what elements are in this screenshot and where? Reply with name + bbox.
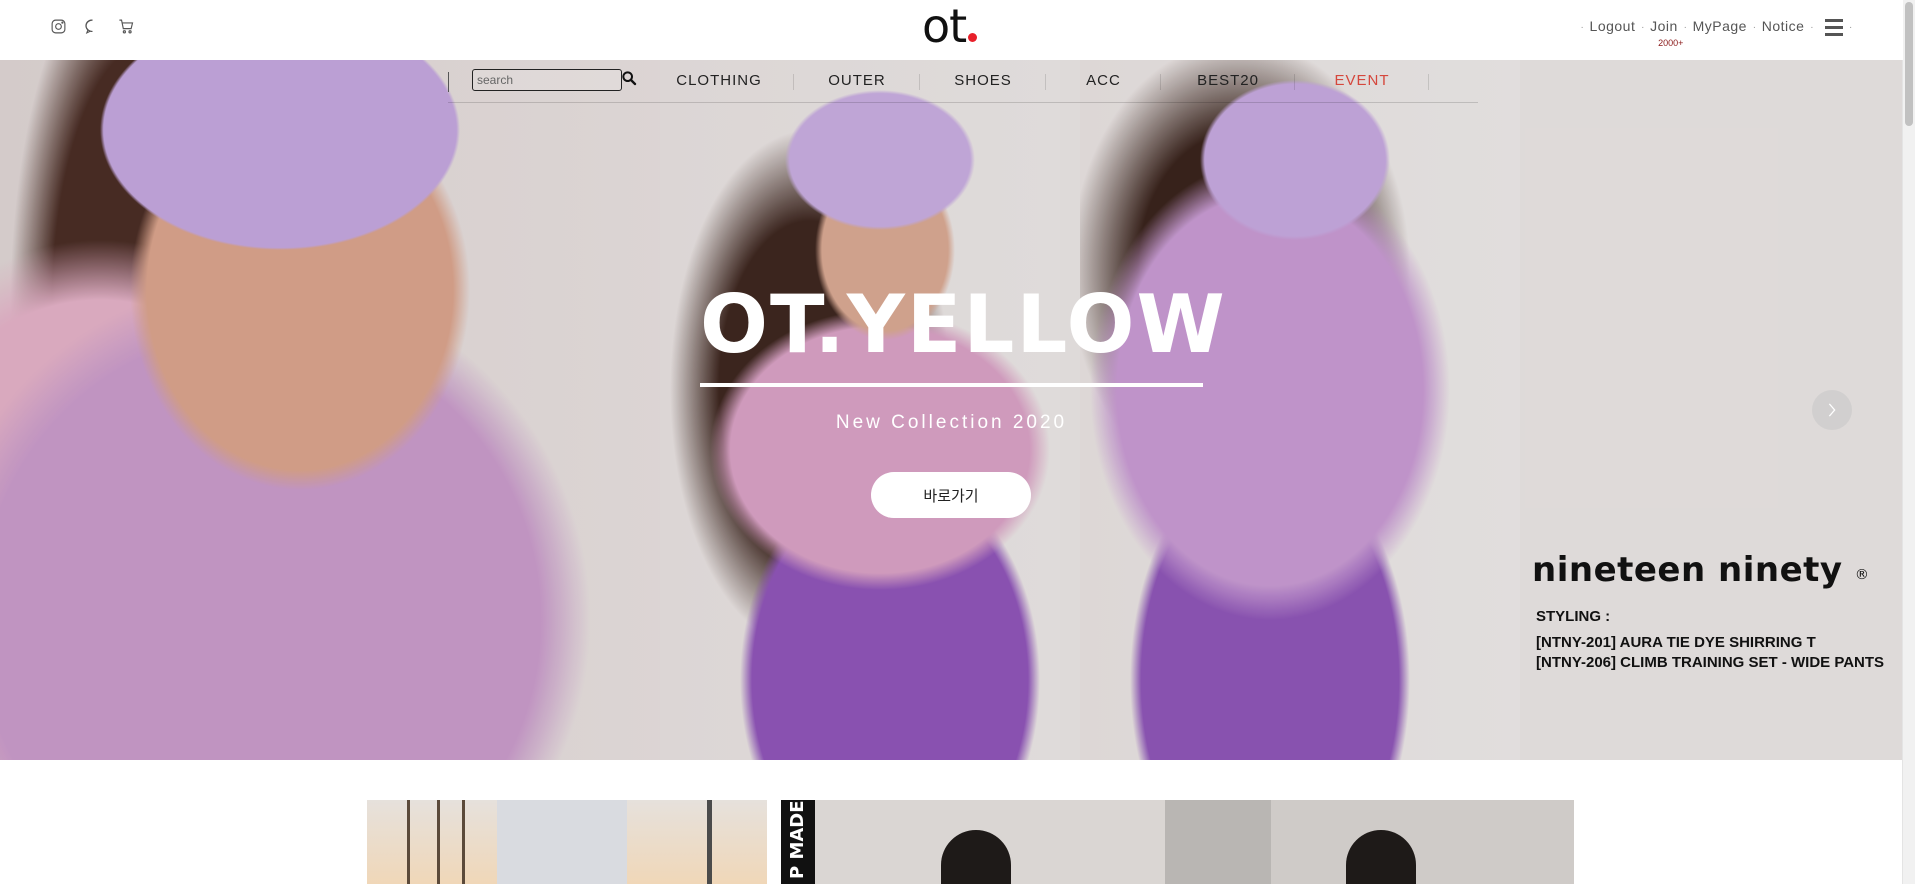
search-input[interactable] [472, 69, 622, 91]
nav-item-shoes[interactable]: SHOES [920, 60, 1046, 102]
registered-mark: ® [1854, 567, 1870, 583]
site-logo[interactable]: ot [922, 0, 978, 54]
hamburger-menu-icon[interactable] [1825, 18, 1844, 36]
separator: . [1683, 20, 1687, 31]
palm-tree [437, 800, 440, 884]
promo-tag: P MADE [781, 800, 815, 884]
social-icons [48, 16, 136, 36]
nav-item-acc[interactable]: ACC [1046, 60, 1161, 102]
nav-item-clothing[interactable]: CLOTHING [644, 60, 794, 102]
top-header: ot . Logout . Join 2000+ . MyPage . Noti… [0, 0, 1903, 60]
nav-divider [448, 72, 449, 92]
join-link[interactable]: Join [1650, 18, 1678, 34]
search-icon[interactable] [621, 70, 639, 88]
utility-links: . Logout . Join 2000+ . MyPage . Notice … [1575, 18, 1858, 48]
styling-label: STYLING : [1536, 608, 1611, 625]
cart-icon[interactable] [116, 16, 136, 36]
nav-item-event[interactable]: EVENT [1295, 60, 1429, 102]
join-wrapper: Join 2000+ [1650, 18, 1683, 48]
hero-title-underline [700, 383, 1203, 387]
next-slide-button[interactable] [1812, 390, 1852, 430]
page-scrollbar[interactable] [1902, 0, 1915, 884]
join-badge: 2000+ [1658, 38, 1684, 48]
notice-link[interactable]: Notice [1762, 18, 1805, 35]
chevron-right-icon [1828, 403, 1836, 417]
chat-icon[interactable] [82, 16, 102, 36]
hero-banner[interactable]: CLOTHING OUTER SHOES ACC BEST20 EVENT OT… [0, 60, 1903, 760]
nav-item-outer[interactable]: OUTER [794, 60, 920, 102]
logo-text: ot [922, 0, 967, 53]
brand-caption: nineteen ninety ® STYLING : [NTNY-201] A… [1532, 550, 1902, 673]
styling-item: [NTNY-201] AURA TIE DYE SHIRRING T [1536, 634, 1816, 651]
palm-tree [407, 800, 410, 884]
separator: . [1810, 20, 1814, 31]
brand-name: nineteen ninety ® [1532, 550, 1902, 590]
scrollbar-thumb[interactable] [1905, 2, 1913, 126]
street-pole [707, 800, 712, 884]
main-nav: CLOTHING OUTER SHOES ACC BEST20 EVENT [448, 60, 1478, 103]
promo-banners: P MADE [367, 800, 1574, 884]
logo-dot [968, 33, 978, 42]
separator: . [1580, 20, 1584, 31]
palm-tree [462, 800, 465, 884]
nav-menu: CLOTHING OUTER SHOES ACC BEST20 EVENT [644, 60, 1429, 102]
promo-wall [1271, 800, 1574, 884]
instagram-icon[interactable] [48, 16, 68, 36]
promo-banner-right[interactable]: P MADE [781, 800, 1574, 884]
brand-name-text: nineteen ninety [1532, 550, 1843, 590]
model-shirt [497, 800, 627, 884]
nav-item-best20[interactable]: BEST20 [1161, 60, 1295, 102]
styling-item: [NTNY-206] CLIMB TRAINING SET - WIDE PAN… [1536, 654, 1885, 671]
shop-now-button[interactable]: 바로가기 [871, 472, 1031, 518]
mypage-link[interactable]: MyPage [1693, 18, 1747, 35]
separator: . [1849, 20, 1852, 31]
hero-subtitle: New Collection 2020 [835, 412, 1068, 433]
separator: . [1641, 20, 1645, 31]
logout-link[interactable]: Logout [1590, 18, 1636, 35]
promo-banner-left[interactable] [367, 800, 767, 884]
separator: . [1752, 20, 1756, 31]
hero-title: OT.YELLOW [700, 278, 1227, 371]
